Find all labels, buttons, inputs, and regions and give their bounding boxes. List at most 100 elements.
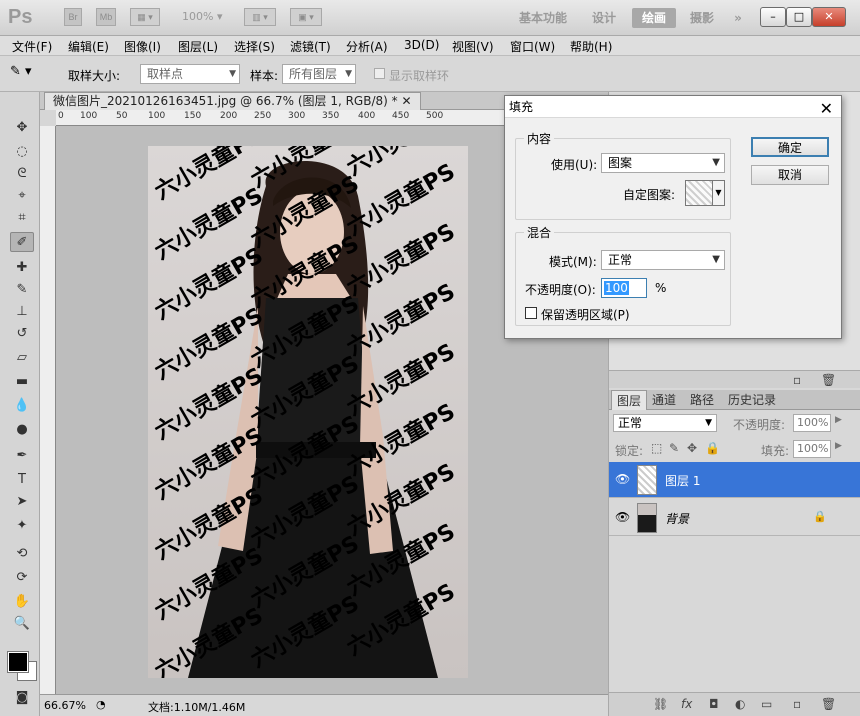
zoom-tool-icon[interactable]: 🔍 [10, 614, 34, 634]
layer-mask-icon[interactable]: ◘ [709, 697, 719, 711]
tab-channels[interactable]: 通道 [647, 390, 681, 410]
show-ring-checkbox[interactable] [374, 68, 385, 79]
layer-row[interactable]: 👁 背景 🔒 [609, 500, 860, 536]
menu-help[interactable]: 帮助(H) [570, 38, 612, 55]
tab-history[interactable]: 历史记录 [723, 390, 781, 410]
workspace-more-icon[interactable]: » [726, 8, 750, 28]
workspace-essentials[interactable]: 基本功能 [512, 8, 574, 28]
layer-blend-mode-select[interactable]: 正常 ▼ [613, 414, 717, 432]
ruler-label: 250 [254, 111, 272, 121]
layer-opacity-field[interactable]: 100% [793, 414, 831, 432]
adjustment-layer-icon[interactable]: ◐ [735, 697, 745, 711]
content-legend: 内容 [524, 130, 555, 147]
workspace-painting[interactable]: 绘画 [632, 8, 676, 28]
zoom-level[interactable]: 100% ▾ [182, 10, 238, 23]
hand-tool-icon[interactable]: ✋ [10, 592, 34, 612]
mode-select[interactable]: 正常 ▼ [601, 250, 725, 270]
gradient-tool-icon[interactable]: ▬ [10, 372, 34, 392]
eraser-tool-icon[interactable]: ▱ [10, 348, 34, 368]
new-icon[interactable]: ▫ [793, 373, 801, 387]
tab-paths[interactable]: 路径 [685, 390, 719, 410]
minibridge-button[interactable]: Mb [96, 8, 116, 26]
cancel-button[interactable]: 取消 [751, 165, 829, 185]
menu-filter[interactable]: 滤镜(T) [290, 38, 331, 55]
view-extras-icon[interactable]: ▦ ▾ [130, 8, 160, 26]
clone-stamp-tool-icon[interactable]: ⊥ [10, 302, 34, 322]
preserve-transparency-checkbox[interactable] [525, 307, 537, 319]
menu-layer[interactable]: 图层(L) [178, 38, 218, 55]
pattern-picker-swatch[interactable] [685, 180, 713, 206]
document-tab[interactable]: 微信图片_20210126163451.jpg @ 66.7% (图层 1, R… [44, 92, 421, 110]
foreground-color-swatch[interactable] [7, 651, 29, 673]
new-group-icon[interactable]: ▭ [761, 697, 772, 711]
move-tool-icon[interactable]: ✥ [10, 118, 34, 138]
minimize-button[interactable]: – [760, 7, 786, 27]
3d-orbit-tool-icon[interactable]: ⟳ [10, 568, 34, 588]
sample-select[interactable]: 所有图层 ▼ [282, 64, 356, 84]
tab-layers[interactable]: 图层 [611, 390, 648, 410]
new-layer-icon[interactable]: ▫ [793, 697, 801, 711]
screen-mode-icon[interactable]: ▣ ▾ [290, 8, 322, 26]
ruler-label: 100 [148, 111, 166, 121]
workspace-design[interactable]: 设计 [586, 8, 622, 28]
layer-opacity-label: 不透明度: [733, 418, 786, 432]
fill-field[interactable]: 100% [793, 440, 831, 458]
document-title: 微信图片_20210126163451.jpg @ 66.7% (图层 1, R… [53, 94, 398, 108]
blur-tool-icon[interactable]: 💧 [10, 396, 34, 416]
tool-preset-picker[interactable]: ✎ ▾ [10, 64, 50, 84]
lasso-tool-icon[interactable]: ᘓ [10, 164, 34, 184]
menu-window[interactable]: 窗口(W) [510, 38, 555, 55]
brush-tool-icon[interactable]: ✎ [10, 280, 34, 300]
lock-transparent-icon[interactable]: ⬚ [651, 441, 662, 455]
bridge-button[interactable]: Br [64, 8, 82, 26]
dodge-tool-icon[interactable]: ● [10, 420, 34, 440]
lock-position-icon[interactable]: ✥ [687, 441, 697, 455]
menu-image[interactable]: 图像(I) [124, 38, 161, 55]
type-tool-icon[interactable]: T [10, 470, 34, 490]
lock-label: 锁定: [615, 444, 644, 458]
sample-size-select[interactable]: 取样点 ▼ [140, 64, 240, 84]
dialog-close-icon[interactable]: ✕ [820, 98, 833, 120]
pattern-picker-arrow-icon[interactable]: ▼ [713, 180, 725, 206]
path-selection-tool-icon[interactable]: ➤ [10, 492, 34, 512]
pen-tool-icon[interactable]: ✒ [10, 446, 34, 466]
shape-tool-icon[interactable]: ✦ [10, 516, 34, 536]
eyedropper-tool-icon[interactable]: ✐ [10, 232, 34, 252]
3d-rotate-tool-icon[interactable]: ⟲ [10, 544, 34, 564]
layer-style-icon[interactable]: fx [681, 697, 692, 711]
layer-row[interactable]: 👁 图层 1 [609, 462, 860, 498]
close-tab-icon[interactable]: ✕ [401, 94, 411, 108]
marquee-tool-icon[interactable]: ◌ [10, 142, 34, 162]
menu-view[interactable]: 视图(V) [452, 38, 494, 55]
menu-analysis[interactable]: 分析(A) [346, 38, 388, 55]
close-button[interactable]: ✕ [812, 7, 846, 27]
trash-icon[interactable]: 🗑 [821, 373, 836, 387]
menu-edit[interactable]: 编辑(E) [68, 38, 109, 55]
healing-brush-tool-icon[interactable]: ✚ [10, 258, 34, 278]
eye-icon[interactable]: 👁 [615, 472, 630, 486]
status-menu-icon[interactable]: ◔ [96, 698, 106, 711]
opacity-input[interactable]: 100 [601, 278, 647, 298]
workspace-photography[interactable]: 摄影 [684, 8, 720, 28]
menu-3d[interactable]: 3D(D) [404, 38, 439, 52]
link-layers-icon[interactable]: ⛓ [653, 697, 668, 711]
quick-mask-icon[interactable]: ◙ [10, 688, 34, 708]
history-brush-tool-icon[interactable]: ↺ [10, 324, 34, 344]
quick-select-tool-icon[interactable]: ⌖ [10, 186, 34, 206]
menu-file[interactable]: 文件(F) [12, 38, 52, 55]
zoom-field[interactable]: 66.67% [44, 699, 86, 712]
arrange-documents-icon[interactable]: ▥ ▾ [244, 8, 276, 26]
chevron-down-icon: ▼ [712, 254, 720, 265]
maximize-button[interactable]: □ [786, 7, 812, 27]
lock-all-icon[interactable]: 🔒 [705, 441, 720, 455]
layer-opacity-arrow-icon[interactable]: ▶ [835, 415, 842, 425]
delete-layer-icon[interactable]: 🗑 [821, 697, 836, 711]
lock-pixels-icon[interactable]: ✎ [669, 441, 679, 455]
crop-tool-icon[interactable]: ⌗ [10, 208, 34, 228]
ruler-label: 50 [116, 111, 128, 121]
eye-icon[interactable]: 👁 [615, 510, 630, 524]
use-select[interactable]: 图案 ▼ [601, 153, 725, 173]
menu-select[interactable]: 选择(S) [234, 38, 275, 55]
fill-arrow-icon[interactable]: ▶ [835, 441, 842, 451]
ok-button[interactable]: 确定 [751, 137, 829, 157]
